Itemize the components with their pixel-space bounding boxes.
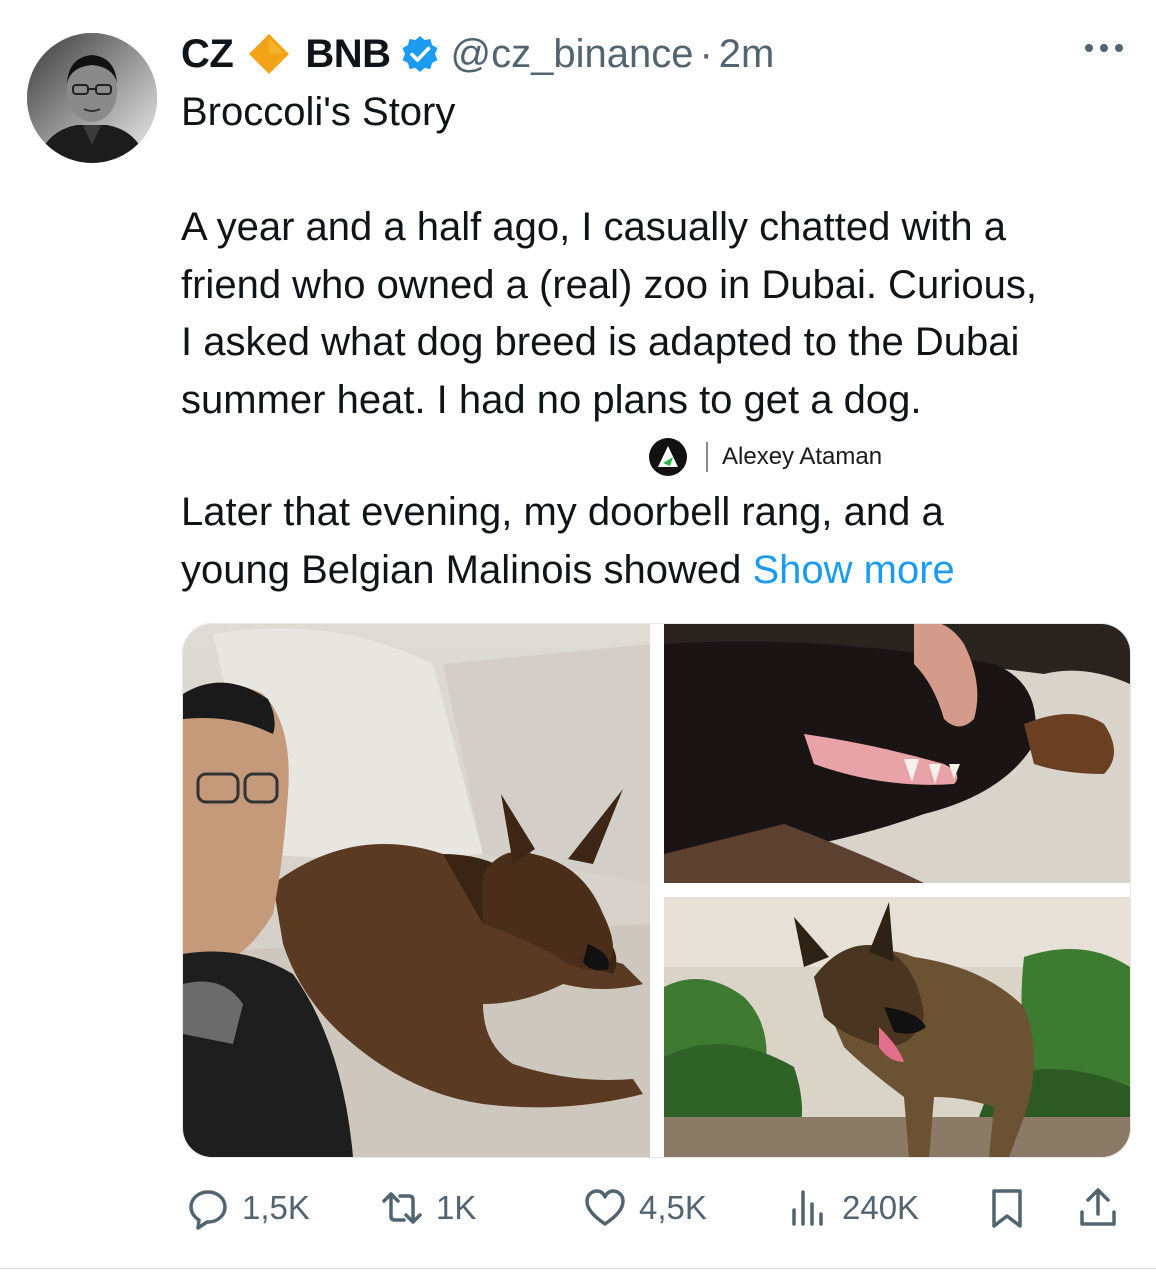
tweet-header: CZ BNB @cz_binance · 2m bbox=[181, 26, 774, 82]
more-options-icon[interactable] bbox=[1083, 38, 1125, 58]
tweet-paragraph-1: A year and a half ago, I casually chatte… bbox=[181, 199, 1141, 429]
tweet-text-line: young Belgian Malinois showed Show more bbox=[181, 542, 1141, 600]
author-name[interactable]: CZ bbox=[181, 32, 234, 77]
watermark-text: Alexey Ataman bbox=[722, 443, 883, 470]
author-badge-token: BNB bbox=[305, 31, 391, 76]
tweet-title: Broccoli's Story bbox=[181, 90, 456, 134]
tweet-text-line: Later that evening, my doorbell rang, an… bbox=[181, 490, 944, 534]
tweet-text-fragment: young Belgian Malinois showed bbox=[181, 547, 742, 592]
tweet-text-line: friend who owned a (real) zoo in Dubai. … bbox=[181, 262, 1037, 307]
bookmark-button[interactable] bbox=[985, 1180, 1029, 1236]
watermark-divider bbox=[706, 442, 708, 472]
tweet-card[interactable]: CZ BNB @cz_binance · 2m Broccoli's Story… bbox=[0, 0, 1156, 1280]
share-button[interactable] bbox=[1076, 1180, 1120, 1236]
tweet-text-line: A year and a half ago, I casually chatte… bbox=[181, 205, 1006, 249]
verified-badge-icon bbox=[401, 35, 439, 73]
heart-icon bbox=[585, 1189, 625, 1226]
tweet-paragraph-2: Later that evening, my doorbell rang, an… bbox=[181, 484, 1141, 599]
bookmark-icon bbox=[992, 1189, 1022, 1228]
bnb-diamond-icon bbox=[247, 32, 291, 76]
selfie-with-puppy-photo[interactable] bbox=[183, 624, 650, 1157]
author-handle[interactable]: @cz_binance bbox=[451, 32, 694, 77]
author-avatar[interactable] bbox=[27, 33, 157, 163]
share-icon bbox=[1080, 1188, 1116, 1226]
tweet-timestamp[interactable]: 2m bbox=[719, 32, 775, 77]
like-button[interactable]: 4,5K bbox=[583, 1180, 707, 1236]
meta-separator: · bbox=[699, 31, 713, 76]
reply-icon bbox=[189, 1190, 227, 1230]
reply-count: 1,5K bbox=[242, 1189, 310, 1226]
like-count: 4,5K bbox=[639, 1189, 707, 1226]
reply-button[interactable]: 1,5K bbox=[186, 1180, 310, 1236]
views-count: 240K bbox=[842, 1189, 920, 1226]
retweet-button[interactable]: 1K bbox=[380, 1180, 476, 1236]
dog-teeth-closeup-photo[interactable] bbox=[664, 624, 1130, 883]
retweet-icon bbox=[382, 1192, 422, 1224]
views-button[interactable]: 240K bbox=[786, 1180, 919, 1236]
alexey-ataman-logo bbox=[648, 437, 688, 477]
show-more-link[interactable]: Show more bbox=[752, 548, 954, 592]
retweet-count: 1K bbox=[436, 1189, 477, 1226]
watermark: Alexey Ataman bbox=[648, 437, 882, 477]
tweet-text-line: summer heat. I had no plans to get a dog… bbox=[181, 377, 922, 422]
action-bar: 1,5K 1K 4,5K 240K bbox=[0, 1180, 1156, 1236]
views-chart-icon bbox=[792, 1190, 823, 1226]
tweet-text-line: I asked what dog breed is adapted to the… bbox=[181, 320, 1020, 364]
divider bbox=[0, 1268, 1156, 1269]
media-grid bbox=[182, 623, 1131, 1158]
dog-in-garden-photo[interactable] bbox=[664, 897, 1130, 1157]
